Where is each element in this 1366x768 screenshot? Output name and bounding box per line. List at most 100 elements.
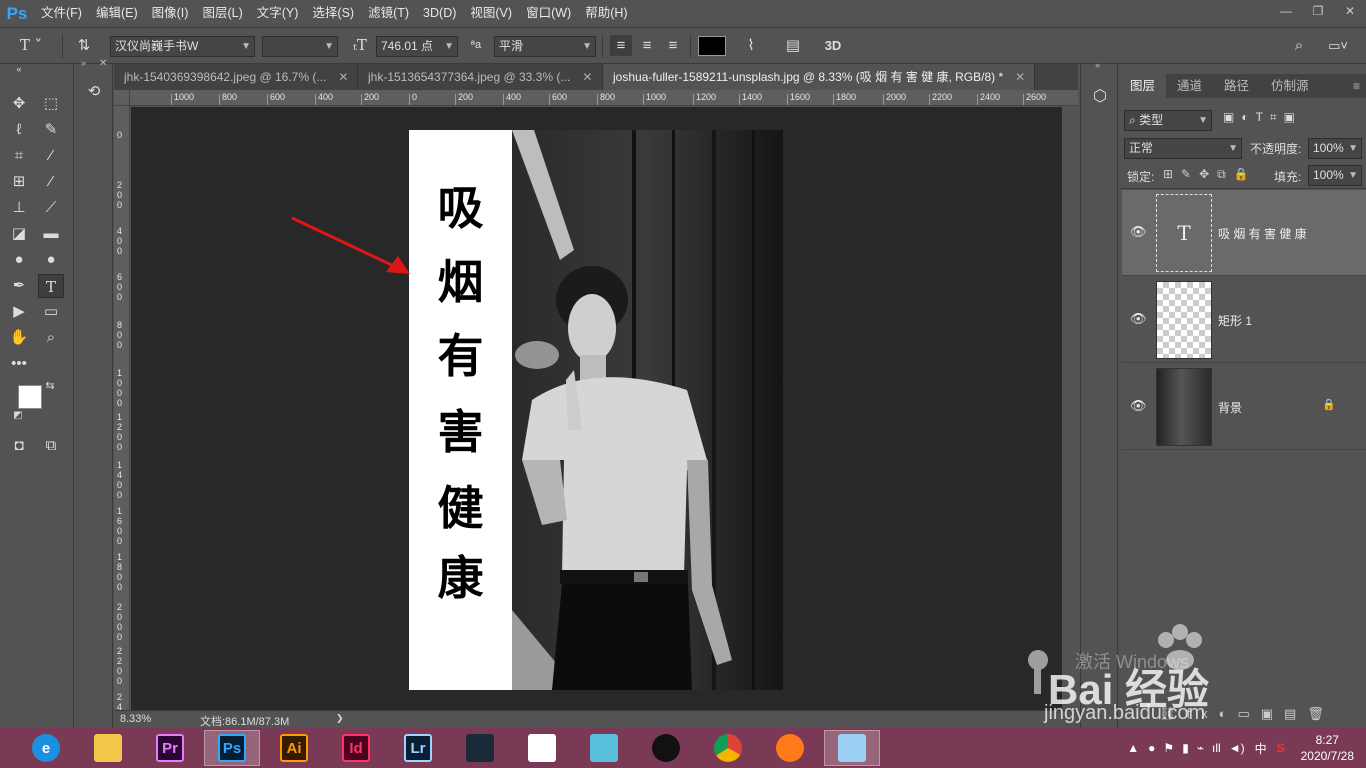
menu-item[interactable]: 滤镜(T) bbox=[361, 0, 416, 27]
qq-tray-icon[interactable]: ● bbox=[1144, 741, 1159, 755]
search-icon[interactable]: ⌕ bbox=[1288, 35, 1310, 56]
healing-tool-icon[interactable]: ⊞ bbox=[6, 170, 32, 194]
close-icon[interactable]: ✕ bbox=[1015, 70, 1025, 84]
taskbar-app-notepad[interactable] bbox=[824, 730, 880, 766]
font-style-select[interactable]: ▼ bbox=[262, 36, 338, 57]
dodge-tool-icon[interactable]: ● bbox=[38, 248, 64, 272]
workspace-icon[interactable]: ▭˅ bbox=[1322, 35, 1354, 56]
menu-item[interactable]: 图像(I) bbox=[145, 0, 196, 27]
blend-mode-select[interactable]: 正常 ▼ bbox=[1124, 138, 1242, 159]
menu-item[interactable]: 3D(D) bbox=[416, 0, 463, 27]
collapse-icon[interactable]: « bbox=[6, 64, 32, 74]
eye-icon[interactable]: 👁 bbox=[1130, 224, 1147, 240]
layer-name[interactable]: 背景 bbox=[1218, 399, 1242, 416]
document-canvas[interactable]: 吸 烟 有 害 健 康 bbox=[409, 130, 783, 690]
tab-paths[interactable]: 路径 bbox=[1213, 74, 1260, 98]
restore-button[interactable]: ❐ bbox=[1302, 0, 1334, 22]
tab-document-1[interactable]: jhk-1540369398642.jpeg @ 16.7% (... ✕ bbox=[114, 64, 358, 90]
ime-indicator[interactable]: 中 bbox=[1249, 740, 1273, 757]
history-panel-icon[interactable]: ⟲ bbox=[83, 80, 105, 104]
gradient-tool-icon[interactable]: ▬ bbox=[38, 222, 64, 246]
taskbar-app-lightroom[interactable]: Lr bbox=[390, 730, 446, 766]
font-family-select[interactable]: 汉仪尚巍手书W ▼ bbox=[110, 36, 255, 57]
vertical-scrollbar[interactable] bbox=[1062, 107, 1078, 710]
battery-icon[interactable]: ▮ bbox=[1178, 741, 1193, 755]
layer-row-text[interactable]: 👁 T 吸 烟 有 害 健 康 bbox=[1122, 190, 1366, 276]
close-button[interactable]: ✕ bbox=[1334, 0, 1366, 22]
taskbar-app-video-editor[interactable] bbox=[452, 730, 508, 766]
signal-icon[interactable]: ıll bbox=[1208, 741, 1225, 755]
history-brush-icon[interactable]: ⟋ bbox=[38, 196, 64, 220]
3d-panel-icon[interactable]: ⬡ bbox=[1089, 86, 1111, 110]
tab-document-active[interactable]: joshua-fuller-1589211-unsplash.jpg @ 8.3… bbox=[603, 64, 1035, 90]
collapse-icon[interactable]: » bbox=[1095, 60, 1100, 70]
layer-filter-icons[interactable]: ▣◐T⌗▣ bbox=[1223, 110, 1355, 130]
tab-layers[interactable]: 图层 bbox=[1119, 74, 1167, 98]
taskbar-app-bird-app[interactable] bbox=[576, 730, 632, 766]
align-right-icon[interactable]: ≡ bbox=[662, 35, 684, 56]
quick-select-tool-icon[interactable]: ✎ bbox=[38, 118, 64, 142]
crop-tool-icon[interactable]: ⌗ bbox=[6, 144, 32, 168]
taskbar-app-illustrator[interactable]: Ai bbox=[266, 730, 322, 766]
menu-item[interactable]: 编辑(E) bbox=[89, 0, 145, 27]
eraser-tool-icon[interactable]: ◪ bbox=[6, 222, 32, 246]
menu-item[interactable]: 帮助(H) bbox=[578, 0, 634, 27]
tab-clone-source[interactable]: 仿制源 bbox=[1260, 74, 1320, 98]
menu-item[interactable]: 图层(L) bbox=[195, 0, 249, 27]
volume-icon[interactable]: ◄) bbox=[1225, 741, 1249, 755]
blur-tool-icon[interactable]: ● bbox=[6, 248, 32, 272]
taskbar-app-kingsoft[interactable] bbox=[514, 730, 570, 766]
eye-icon[interactable]: 👁 bbox=[1130, 398, 1147, 414]
layer-row-background[interactable]: 👁 背景 🔒 bbox=[1122, 364, 1366, 450]
taskbar-app-file-explorer[interactable] bbox=[80, 730, 136, 766]
lasso-tool-icon[interactable]: ℓ bbox=[6, 118, 32, 142]
minimize-button[interactable]: — bbox=[1270, 0, 1302, 22]
taskbar-app-firefox[interactable] bbox=[762, 730, 818, 766]
layer-filter-select[interactable]: ⌕ 类型 ▼ bbox=[1124, 110, 1212, 131]
zoom-tool-icon[interactable]: ⌕ bbox=[38, 326, 64, 350]
zoom-level[interactable]: 8.33% bbox=[120, 713, 151, 725]
fill-field[interactable]: 100% ▼ bbox=[1308, 165, 1362, 186]
hand-tool-icon[interactable]: ✋ bbox=[6, 326, 32, 350]
quick-mask-icon[interactable]: ◘ bbox=[6, 434, 32, 458]
warp-text-icon[interactable]: ⌇ bbox=[740, 35, 762, 56]
close-icon[interactable]: ✕ bbox=[582, 70, 592, 84]
close-icon[interactable]: ✕ bbox=[99, 58, 107, 69]
tray-expand-icon[interactable]: ▲ bbox=[1122, 741, 1144, 755]
menu-item[interactable]: 文字(Y) bbox=[250, 0, 306, 27]
stamp-tool-icon[interactable]: ⊥ bbox=[6, 196, 32, 220]
rectangle-tool-icon[interactable]: ▭ bbox=[38, 300, 64, 324]
type-tool-icon[interactable]: T bbox=[38, 274, 64, 298]
menu-item[interactable]: 选择(S) bbox=[305, 0, 361, 27]
network-icon[interactable]: ⌁ bbox=[1193, 741, 1208, 755]
tab-document-2[interactable]: jhk-1513654377364.jpeg @ 33.3% (... ✕ bbox=[358, 64, 603, 90]
panel-menu-icon[interactable]: ≡ bbox=[1353, 74, 1366, 98]
align-center-icon[interactable]: ≡ bbox=[636, 35, 658, 56]
menu-item[interactable]: 窗口(W) bbox=[519, 0, 578, 27]
eye-icon[interactable]: 👁 bbox=[1130, 311, 1147, 327]
marquee-tool-icon[interactable]: ⬚ bbox=[38, 92, 64, 116]
clock[interactable]: 8:27 2020/7/28 bbox=[1289, 732, 1366, 764]
tab-channels[interactable]: 通道 bbox=[1166, 74, 1213, 98]
default-colors-icon[interactable]: ◩ bbox=[10, 408, 26, 424]
flag-icon[interactable]: ⚑ bbox=[1159, 741, 1178, 755]
brush-tool-icon[interactable]: ⁄ bbox=[38, 170, 64, 194]
taskbar-app-browser-360[interactable]: e bbox=[18, 730, 74, 766]
expand-icon[interactable]: » bbox=[81, 58, 86, 68]
taskbar-app-indesign[interactable]: Id bbox=[328, 730, 384, 766]
layer-name[interactable]: 吸 烟 有 害 健 康 bbox=[1218, 225, 1307, 242]
3d-button[interactable]: 3D bbox=[820, 35, 846, 56]
character-panel-icon[interactable]: ▤ bbox=[782, 35, 804, 56]
menu-item[interactable]: 文件(F) bbox=[34, 0, 89, 27]
layer-name[interactable]: 矩形 1 bbox=[1218, 312, 1252, 329]
taskbar-app-photoshop[interactable]: Ps bbox=[204, 730, 260, 766]
layer-row-rectangle[interactable]: 👁 矩形 1 bbox=[1122, 277, 1366, 363]
foreground-color-swatch[interactable] bbox=[18, 385, 42, 409]
eyedropper-tool-icon[interactable]: ⁄ bbox=[38, 144, 64, 168]
sogou-icon[interactable]: S bbox=[1273, 741, 1289, 755]
close-icon[interactable]: ✕ bbox=[338, 70, 348, 84]
taskbar-app-qq[interactable] bbox=[638, 730, 694, 766]
type-tool-preset-icon[interactable]: T ˅ bbox=[18, 35, 44, 56]
path-select-tool-icon[interactable]: ▶ bbox=[6, 300, 32, 324]
opacity-field[interactable]: 100% ▼ bbox=[1308, 138, 1362, 159]
